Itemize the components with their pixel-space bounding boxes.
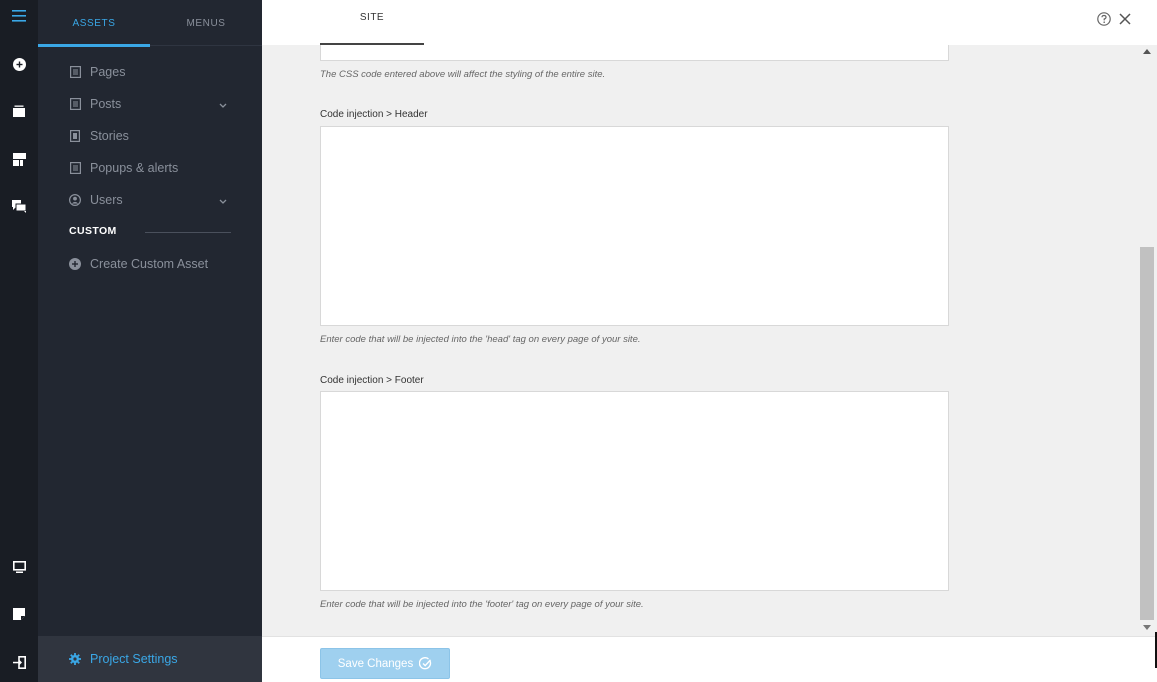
scrollbar-thumb[interactable] [1140, 247, 1154, 620]
sidebar-item-pages[interactable]: Pages [69, 62, 231, 82]
add-circle-icon [69, 258, 81, 270]
user-icon [69, 194, 81, 206]
active-tab-indicator [38, 44, 150, 47]
chevron-down-icon[interactable] [219, 194, 227, 208]
project-settings-button[interactable]: Project Settings [38, 636, 262, 682]
close-icon[interactable] [1117, 11, 1133, 27]
page-icon [69, 162, 81, 174]
gear-icon [69, 653, 81, 665]
tab-menus[interactable]: MENUS [150, 0, 262, 46]
logout-icon[interactable] [0, 650, 38, 674]
tab-site[interactable]: SITE [320, 0, 424, 45]
footer-injection-help: Enter code that will be injected into th… [320, 599, 644, 610]
sidebar-item-label: Users [90, 193, 123, 207]
project-settings-label: Project Settings [90, 652, 178, 666]
check-circle-icon [419, 657, 432, 670]
note-icon[interactable] [0, 602, 38, 626]
story-icon [69, 130, 81, 142]
sidebar-item-users[interactable]: Users [69, 190, 231, 210]
comments-icon[interactable] [0, 194, 38, 218]
tab-assets-label: ASSETS [72, 17, 116, 29]
add-circle-icon[interactable] [0, 52, 38, 76]
sidebar-item-posts[interactable]: Posts [69, 94, 231, 114]
help-icon[interactable] [1097, 12, 1111, 26]
css-help-text: The CSS code entered above will affect t… [320, 69, 606, 80]
section-title-custom: CUSTOM [69, 225, 117, 237]
tab-menus-label: MENUS [186, 17, 226, 29]
page-icon [69, 98, 81, 110]
sidebar-item-label: Stories [90, 129, 129, 143]
sidebar-tabs: ASSETS MENUS [38, 0, 262, 47]
template-icon[interactable] [0, 147, 38, 171]
scroll-up-arrow-icon[interactable] [1143, 49, 1151, 54]
footer-injection-input[interactable] [320, 391, 949, 591]
sidebar-item-label: Pages [90, 65, 126, 79]
assets-sidebar: ASSETS MENUS Pages Posts Stories Popups … [38, 0, 262, 682]
vertical-scrollbar[interactable] [1138, 45, 1157, 636]
create-custom-asset-label: Create Custom Asset [90, 257, 209, 271]
tab-site-label: SITE [359, 12, 385, 23]
save-changes-label: Save Changes [337, 657, 414, 670]
settings-header: SITE [262, 0, 1157, 45]
sidebar-item-label: Posts [90, 97, 122, 111]
sidebar-item-popups-alerts[interactable]: Popups & alerts [69, 158, 231, 178]
footer-injection-label: Code injection > Footer [320, 375, 424, 386]
settings-form: The CSS code entered above will affect t… [262, 45, 1138, 636]
layers-icon[interactable] [0, 99, 38, 123]
page-icon [69, 66, 81, 78]
header-injection-label: Code injection > Header [320, 109, 428, 120]
tab-assets[interactable]: ASSETS [38, 0, 150, 47]
sidebar-item-stories[interactable]: Stories [69, 126, 231, 146]
chevron-down-icon[interactable] [219, 98, 227, 112]
section-divider [145, 232, 231, 233]
create-custom-asset-button[interactable]: Create Custom Asset [69, 254, 231, 274]
scroll-down-arrow-icon[interactable] [1143, 625, 1151, 630]
custom-css-input[interactable] [320, 45, 949, 61]
header-injection-input[interactable] [320, 126, 949, 326]
sidebar-item-label: Popups & alerts [90, 161, 179, 175]
menu-icon[interactable] [0, 4, 38, 28]
header-injection-help: Enter code that will be injected into th… [320, 334, 641, 345]
settings-footer: Save Changes [262, 636, 1157, 682]
desktop-icon[interactable] [0, 555, 38, 579]
icon-rail [0, 0, 38, 682]
save-changes-button[interactable]: Save Changes [320, 648, 450, 679]
